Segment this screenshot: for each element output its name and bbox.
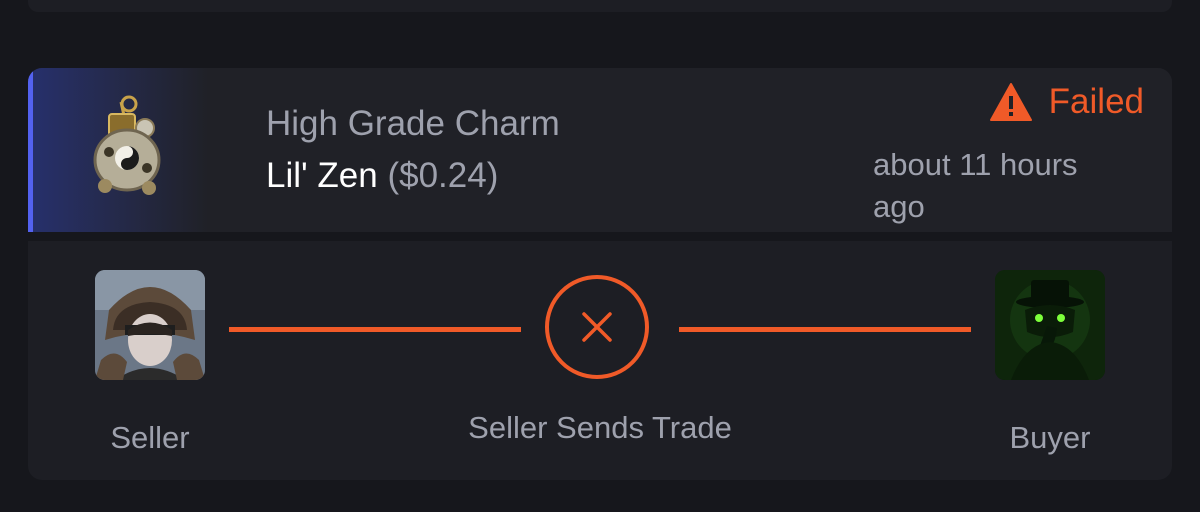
trade-card[interactable]: High Grade Charm Lil' Zen ($0.24) Failed…	[28, 68, 1172, 480]
trade-card-header: High Grade Charm Lil' Zen ($0.24) Failed…	[28, 68, 1172, 232]
seller-avatar[interactable]	[95, 270, 205, 380]
divider	[28, 232, 1172, 241]
item-name[interactable]: Lil' Zen	[266, 156, 378, 195]
step-label: Seller Sends Trade	[468, 410, 732, 445]
buyer-label: Buyer	[1009, 420, 1091, 455]
buyer-avatar[interactable]	[995, 270, 1105, 380]
charm-image	[93, 95, 161, 195]
trade-step-status	[545, 275, 649, 379]
item-type: High Grade Charm	[266, 104, 560, 143]
status-text: Failed	[1048, 82, 1144, 121]
item-name-row: Lil' Zen ($0.24)	[266, 156, 498, 196]
item-thumbnail[interactable]	[33, 68, 208, 232]
previous-card-edge	[28, 0, 1172, 12]
close-x-icon	[582, 312, 612, 342]
progress-line-right	[679, 327, 971, 332]
timestamp: about 11 hours ago	[873, 147, 1078, 224]
progress-line-left	[229, 327, 521, 332]
item-price: ($0.24)	[387, 156, 499, 195]
status-badge: Failed	[989, 80, 1144, 124]
seller-avatar-image	[95, 270, 205, 380]
buyer-avatar-image	[995, 270, 1105, 380]
seller-label: Seller	[110, 420, 190, 455]
warning-triangle-icon	[989, 83, 1032, 121]
